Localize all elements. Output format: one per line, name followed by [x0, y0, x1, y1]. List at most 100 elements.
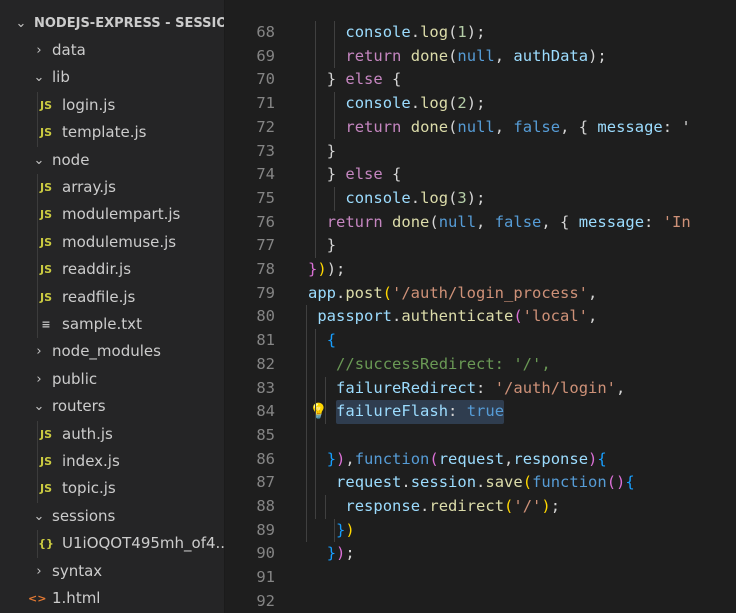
line-number: 79	[256, 283, 275, 302]
tree-file[interactable]: <> 1.html	[0, 585, 224, 612]
tree-file[interactable]: JS readfile.js	[0, 284, 224, 311]
code-line[interactable]: 87 request.session.save(function(){	[225, 471, 736, 495]
code-text: return done(null, false, { message: '	[345, 117, 691, 136]
editor-indent-guide	[306, 305, 307, 543]
js-file-icon: JS	[39, 482, 52, 496]
code-line[interactable]: 73}	[225, 140, 736, 164]
json-file-icon: {}	[38, 537, 54, 551]
code-line[interactable]: 79 app.post('/auth/login_process',	[225, 282, 736, 306]
code-line[interactable]: 86}),function(request,response){	[225, 448, 736, 472]
js-file-icon: JS	[39, 235, 52, 249]
js-file-icon: JS	[39, 455, 52, 468]
code-line[interactable]: 92	[225, 590, 736, 613]
code-line[interactable]: 81 {	[225, 329, 736, 353]
js-file-icon: JS	[39, 263, 52, 277]
tree-indent-guide	[37, 174, 38, 339]
tree-file[interactable]: JS modulempart.js	[0, 201, 224, 228]
tree-file[interactable]: JS array.js	[0, 174, 224, 201]
js-file-icon: JS	[39, 290, 52, 304]
tree-indent-guide	[37, 420, 38, 503]
tree-folder[interactable]: › public	[0, 366, 224, 393]
line-number: 75	[256, 188, 275, 207]
tree-folder[interactable]: ⌄ node	[0, 147, 224, 174]
tree-folder[interactable]: ⌄ routers	[0, 393, 224, 420]
tree-file[interactable]: JS topic.js	[0, 475, 224, 502]
tree-item-label: data	[52, 41, 86, 59]
tree-indent-guide	[37, 530, 38, 558]
tree-folder[interactable]: ⌄ sessions	[0, 503, 224, 530]
tree-file[interactable]: {} U1iOQOT495mh_of4...	[0, 530, 224, 557]
chevron-down-icon: ⌄	[33, 508, 45, 524]
code-line[interactable]: 69 return done(null, authData);	[225, 45, 736, 69]
code-line[interactable]: 84 💡 failureFlash: true	[225, 400, 736, 424]
line-number: 71	[256, 94, 275, 113]
chevron-down-icon: ⌄	[33, 152, 45, 168]
code-line[interactable]: 71 console.log(2);	[225, 92, 736, 116]
code-line[interactable]: 88 response.redirect('/');	[225, 495, 736, 519]
tree-file[interactable]: JS auth.js	[0, 421, 224, 448]
code-text: return done(null, false, { message: 'In	[326, 212, 691, 231]
js-file-icon: JS	[39, 126, 52, 140]
tree-file[interactable]: JS readdir.js	[0, 256, 224, 283]
line-number: 72	[256, 117, 275, 136]
line-number: 68	[256, 23, 275, 41]
code-line[interactable]: 89})	[225, 519, 736, 543]
code-text: }));	[308, 260, 346, 278]
editor-indent-guide	[334, 92, 336, 140]
tree-item-label: node_modules	[52, 342, 161, 361]
code-line[interactable]: 77}	[225, 234, 736, 258]
code-text: failureFlash: true	[336, 400, 505, 424]
line-number: 91	[256, 568, 275, 587]
editor-indent-guide	[334, 186, 336, 211]
tab-strip	[225, 0, 736, 8]
code-text: console.log(3);	[345, 188, 486, 207]
tree-file[interactable]: ≡ sample.txt	[0, 311, 224, 338]
code-text: passport.authenticate('local',	[317, 307, 598, 326]
open-editors-header-strip	[0, 0, 224, 8]
tree-folder[interactable]: ⌄ lib	[0, 64, 224, 91]
code-line[interactable]: 80 passport.authenticate('local',	[225, 305, 736, 329]
line-number: 70	[256, 70, 275, 89]
project-folder-header[interactable]: ⌄ NODEJS-EXPRESS - SESSIO...	[0, 10, 224, 37]
line-number: 83	[256, 378, 275, 397]
code-line[interactable]: 82 //successRedirect: '/',	[225, 353, 736, 377]
line-number: 85	[256, 425, 275, 444]
code-editor[interactable]: 68 console.log(1); 69 return done(null, aut…	[225, 0, 736, 613]
code-line[interactable]: 68 console.log(1);	[225, 21, 736, 45]
tree-folder[interactable]: › data	[0, 37, 224, 64]
editor-indent-guide	[315, 21, 317, 258]
html-file-icon: <>	[28, 592, 47, 605]
tree-item-label: lib	[52, 68, 70, 87]
line-number: 74	[256, 165, 275, 184]
code-text: } else {	[326, 165, 402, 184]
code-text: request.session.save(function(){	[336, 473, 635, 492]
tree-item-label: 1.html	[52, 589, 101, 607]
editor-indent-guide	[334, 518, 336, 543]
js-file-icon: JS	[39, 427, 52, 441]
line-number: 77	[256, 236, 275, 255]
editor-indent-guide	[334, 21, 336, 69]
tree-folder[interactable]: › syntax	[0, 558, 224, 585]
code-line[interactable]: 85	[225, 424, 736, 448]
tree-file[interactable]: JS template.js	[0, 119, 224, 146]
code-line[interactable]: 70} else {	[225, 68, 736, 92]
chevron-right-icon: ›	[36, 563, 42, 579]
tree-folder[interactable]: › node_modules	[0, 338, 224, 365]
code-line[interactable]: 75 console.log(3);	[225, 187, 736, 211]
tree-file[interactable]: JS login.js	[0, 92, 224, 119]
code-line[interactable]: 78}));	[225, 258, 736, 282]
tree-item-label: topic.js	[62, 479, 116, 498]
tree-item-label: routers	[52, 397, 106, 416]
line-number: 78	[256, 260, 275, 278]
code-line[interactable]: 76 return done(null, false, { message: 'I…	[225, 211, 736, 235]
code-line[interactable]: 74 } else {	[225, 163, 736, 187]
line-number: 82	[256, 354, 275, 373]
code-text: return done(null, authData);	[345, 46, 607, 65]
code-line[interactable]: 72 return done(null, false, { message: '	[225, 116, 736, 140]
code-text: }),function(request,response){	[326, 449, 607, 468]
tree-file[interactable]: JS modulemuse.js	[0, 229, 224, 256]
code-line[interactable]: 83 failureRedirect: '/auth/login',	[225, 377, 736, 401]
code-line[interactable]: 90});	[225, 542, 736, 566]
tree-file[interactable]: JS index.js	[0, 448, 224, 475]
code-line[interactable]: 91	[225, 566, 736, 590]
